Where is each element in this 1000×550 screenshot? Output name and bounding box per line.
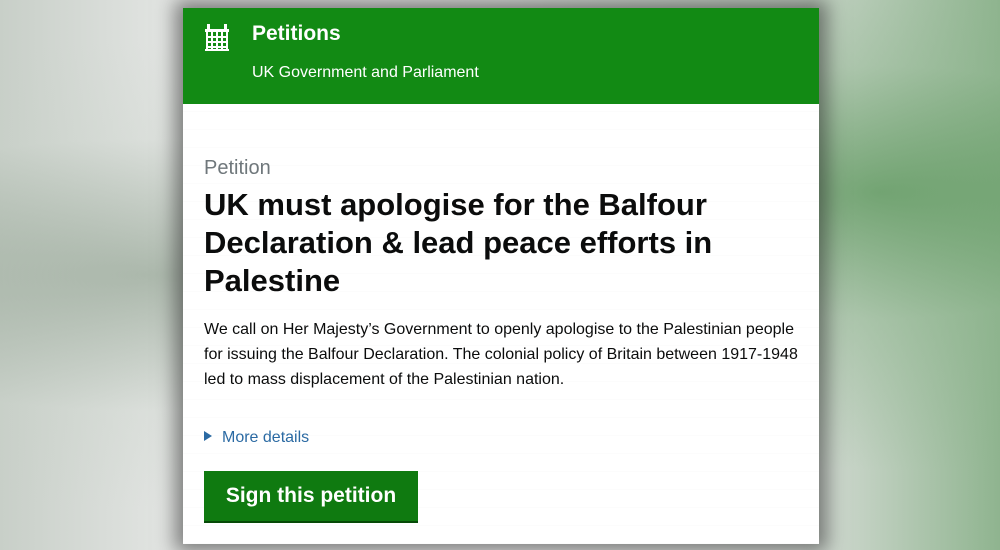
petition-card: Petitions UK Government and Parliament P… (183, 8, 819, 544)
more-details-toggle[interactable]: More details (204, 429, 309, 447)
portcullis-icon (205, 24, 229, 51)
petition-label: Petition (204, 157, 271, 179)
site-title[interactable]: Petitions (252, 22, 341, 46)
petition-title: UK must apologise for the Balfour Declar… (204, 187, 713, 298)
site-subtitle: UK Government and Parliament (252, 64, 479, 81)
site-header: Petitions UK Government and Parliament (183, 8, 819, 104)
more-details-label: More details (222, 429, 310, 446)
triangle-right-icon (204, 431, 212, 441)
petition-description: We call on Her Majesty’s Government to o… (204, 321, 798, 388)
sign-petition-button[interactable]: Sign this petition (204, 471, 418, 521)
